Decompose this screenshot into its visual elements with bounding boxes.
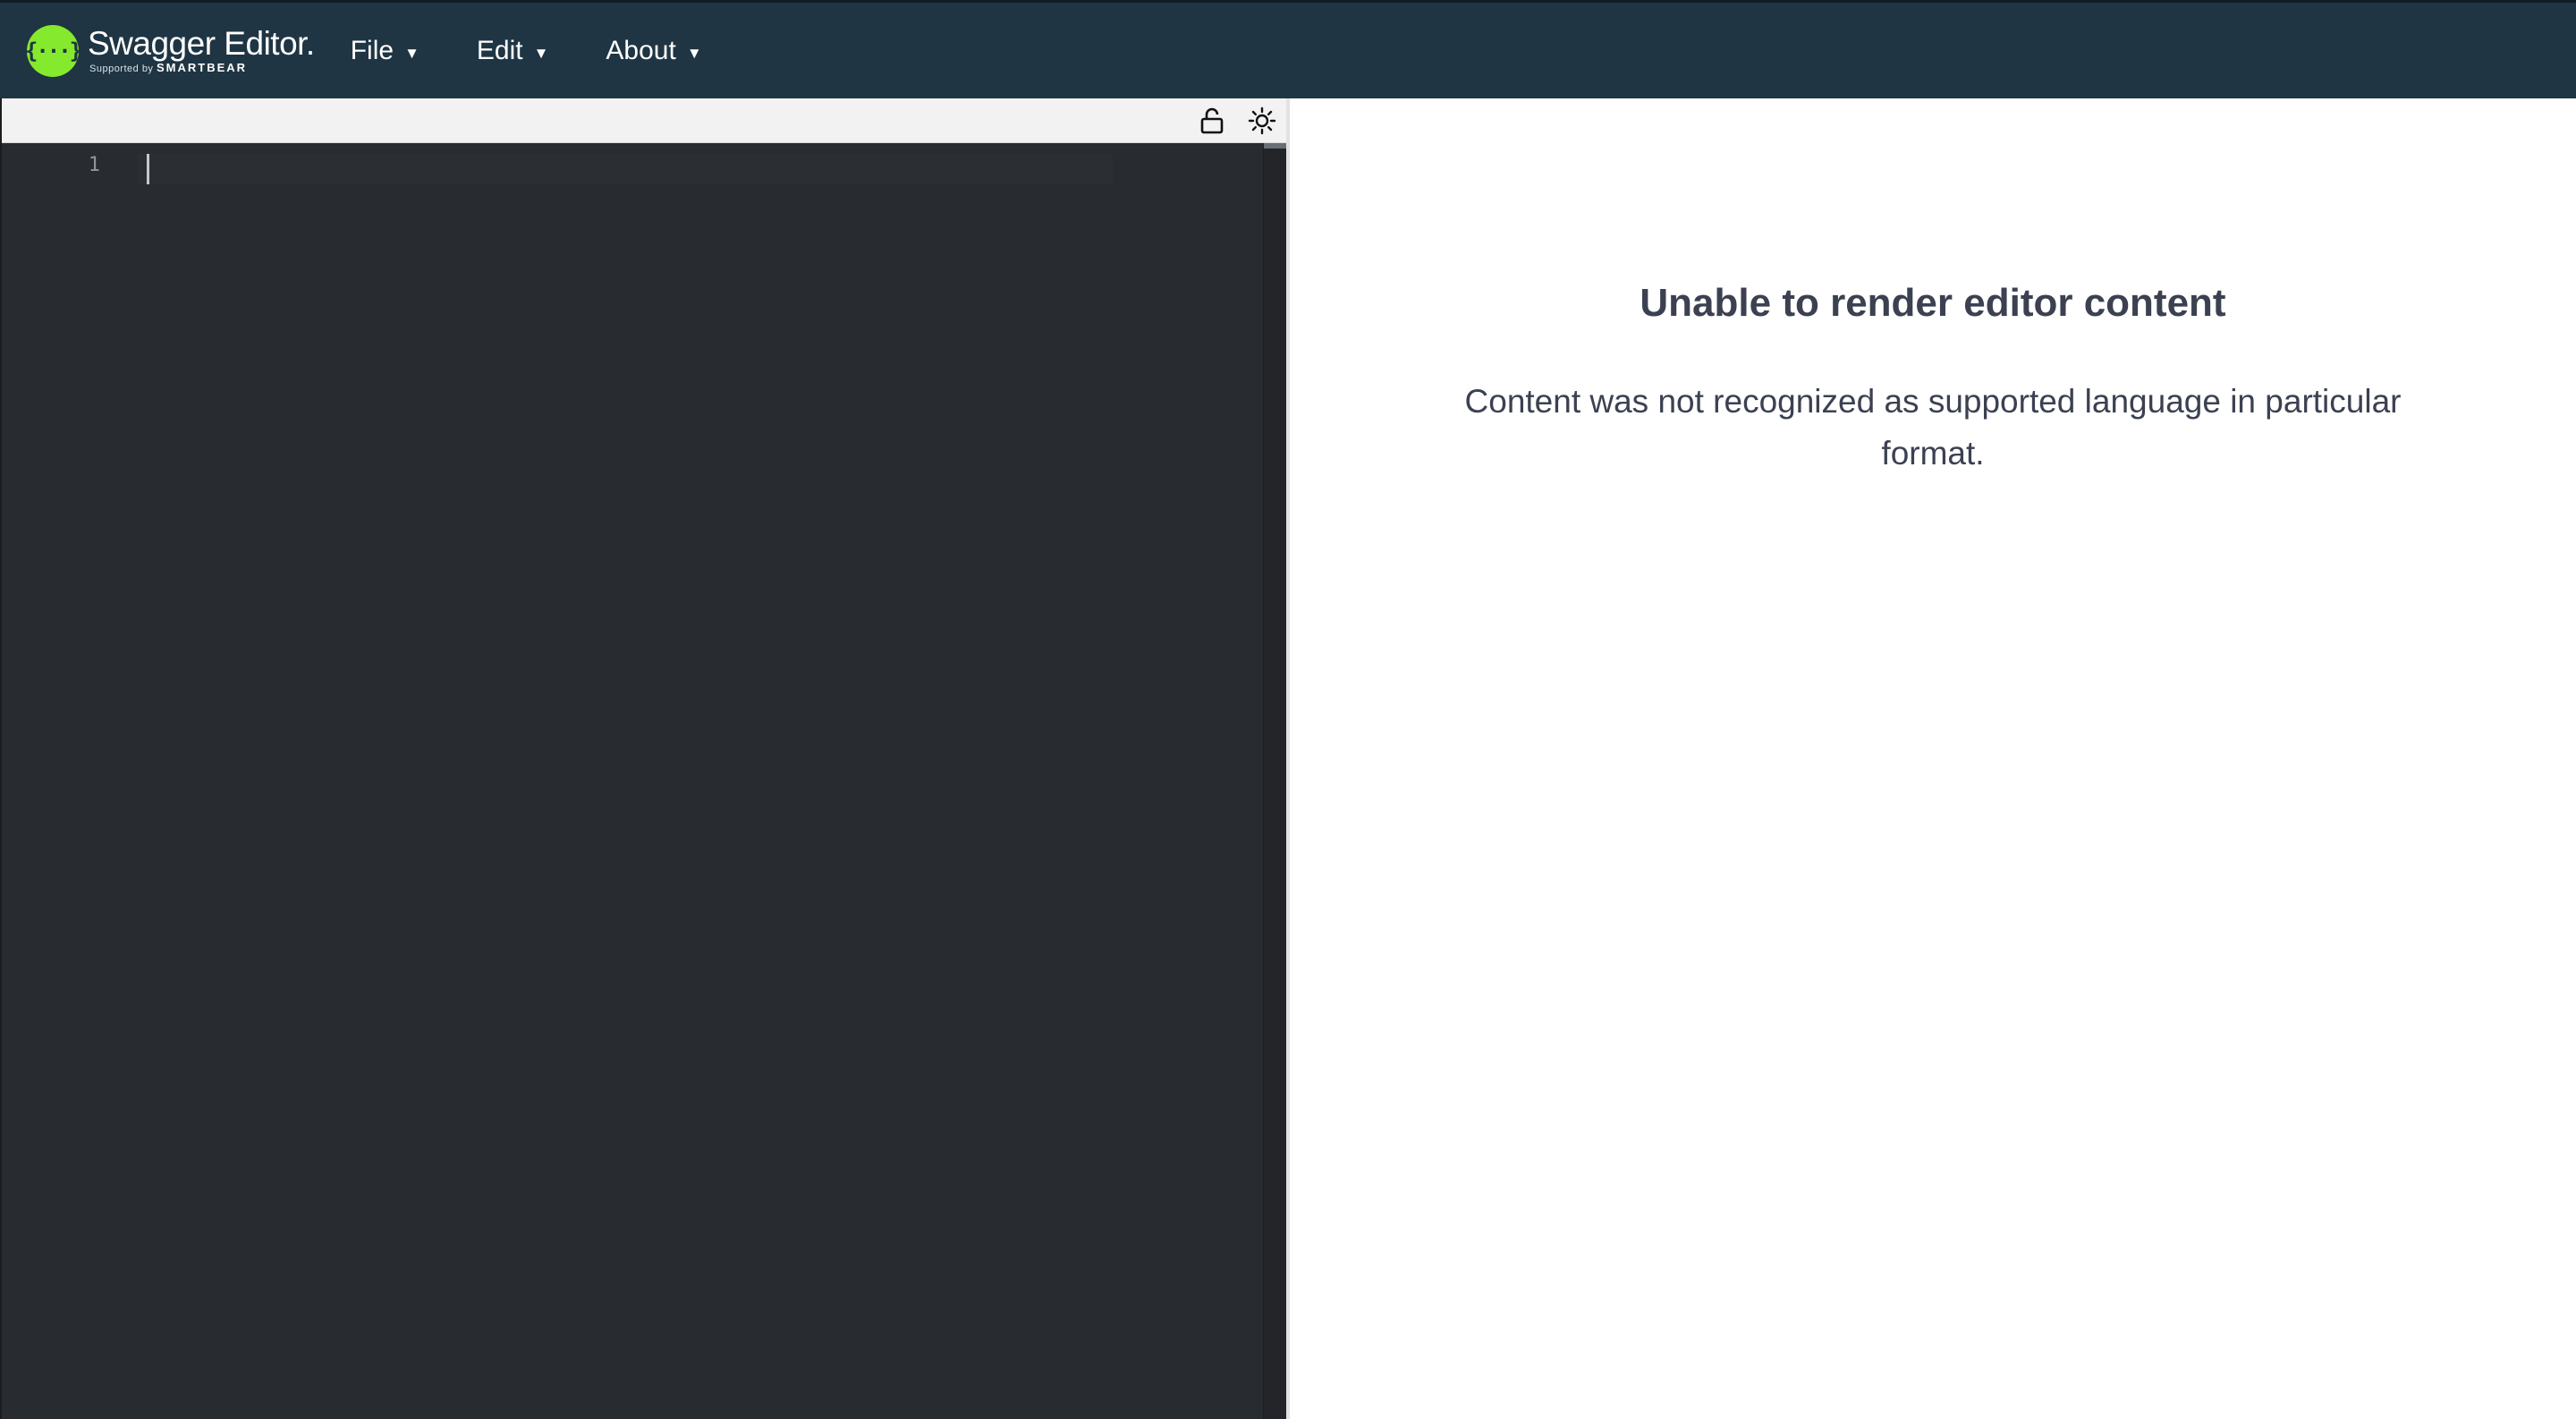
error-message: Content was not recognized as supported … — [1464, 383, 2402, 472]
about-menu[interactable]: About ▼ — [606, 36, 701, 66]
edit-menu[interactable]: Edit ▼ — [477, 36, 549, 66]
file-menu-label: File — [350, 35, 394, 65]
text-cursor — [147, 154, 149, 184]
top-bar: {···} Swagger Editor. Supported by SMART… — [0, 0, 2576, 98]
preview-pane: Unable to render editor content Content … — [1290, 98, 2576, 1419]
app-title: Swagger Editor. — [88, 25, 315, 62]
error-title: Unable to render editor content — [1640, 281, 2226, 325]
editor-pane: 1 — [0, 98, 1290, 1419]
theme-toggle-button[interactable] — [1247, 106, 1277, 136]
lock-toggle-button[interactable] — [1197, 106, 1227, 136]
line-number-gutter: 1 — [2, 143, 138, 1419]
sun-icon — [1248, 106, 1276, 135]
editor-scrollbar[interactable] — [1263, 143, 1289, 1419]
line-number: 1 — [88, 154, 100, 176]
menu-bar: File ▼ Edit ▼ About ▼ — [351, 3, 759, 98]
code-editor[interactable] — [138, 143, 1263, 1419]
brand-name: SMARTBEAR — [157, 61, 248, 74]
chevron-down-icon: ▼ — [686, 44, 702, 62]
file-menu[interactable]: File ▼ — [351, 36, 419, 66]
unlock-icon — [1200, 107, 1224, 134]
scrollbar-thumb[interactable] — [1264, 143, 1289, 149]
edit-menu-label: Edit — [476, 35, 523, 65]
about-menu-label: About — [606, 35, 676, 65]
supported-by-label: Supported by — [89, 64, 154, 74]
logo-text: Swagger Editor. Supported by SMARTBEAR — [88, 26, 315, 75]
editor-toolbar — [2, 98, 1290, 143]
supported-by-line: Supported by SMARTBEAR — [89, 62, 315, 75]
swagger-logo-icon: {···} — [25, 24, 82, 77]
active-line-highlight — [138, 154, 1113, 184]
chevron-down-icon: ▼ — [533, 44, 549, 62]
chevron-down-icon: ▼ — [404, 44, 419, 62]
swagger-logo[interactable]: {···} Swagger Editor. Supported by SMART… — [25, 3, 315, 98]
